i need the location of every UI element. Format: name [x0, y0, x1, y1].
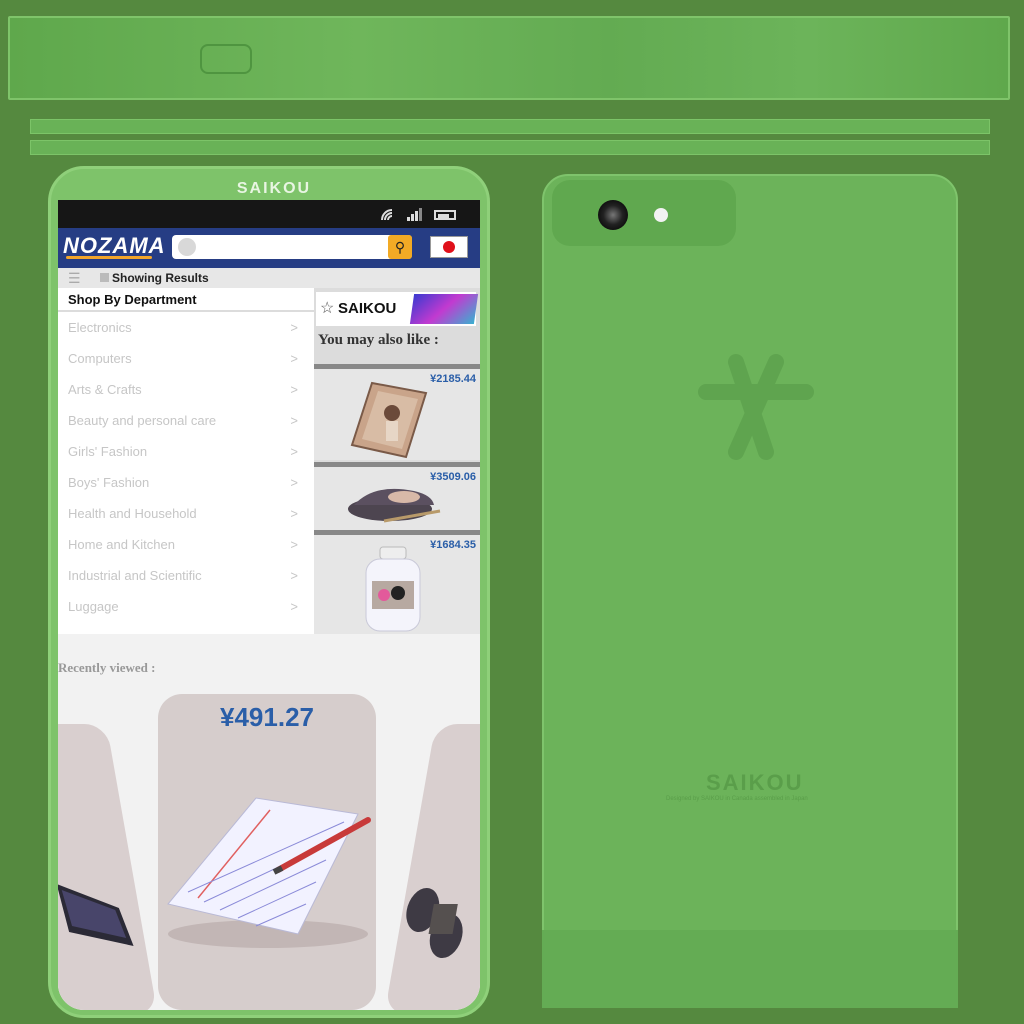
shoe-image [348, 488, 441, 523]
signal-icon [407, 208, 422, 221]
suggestions-title: You may also like : [318, 332, 439, 348]
side-rail-top [30, 119, 990, 134]
tablet-image [58, 884, 134, 946]
wifi-icon [381, 209, 393, 221]
phone-back-bottom-band [542, 930, 958, 1008]
phone-back [542, 174, 958, 1008]
product-card[interactable]: ¥1684.35 [314, 530, 480, 634]
search-button[interactable]: ⚲ [388, 235, 412, 259]
recent-item-card-main[interactable]: ¥491.27 [158, 694, 376, 1010]
department-title: Shop By Department [58, 288, 314, 312]
chevron-right-icon: > [290, 568, 298, 583]
recently-viewed-section: Recently viewed : ¥491.27 [58, 634, 480, 1010]
phone-top-edge-strip [8, 16, 1010, 100]
recent-item-card[interactable] [384, 724, 480, 1010]
department-item-industrial[interactable]: Industrial and Scientific > [68, 568, 302, 590]
bottle-image [365, 546, 421, 632]
department-item-boys-fashion[interactable]: Boys' Fashion > [68, 475, 302, 497]
department-item-luggage[interactable]: Luggage > [68, 599, 302, 621]
back-fine-print: Designed by SAIKOU in Canada assembled i… [666, 796, 808, 802]
department-item-beauty[interactable]: Beauty and personal care > [68, 413, 302, 435]
department-item-electronics[interactable]: Electronics > [68, 320, 302, 342]
battery-level [438, 214, 449, 218]
notepad-image [167, 797, 371, 948]
back-brand-label: SAIKOU [706, 770, 804, 795]
recent-item-price: ¥491.27 [220, 702, 314, 732]
ad-brand-label: SAIKOU [338, 300, 397, 317]
department-item-arts-crafts[interactable]: Arts & Crafts > [68, 382, 302, 404]
app-header: NOZAMA ⚲ [58, 228, 480, 268]
product-price: ¥1684.35 [430, 539, 476, 551]
search-input[interactable]: ⚲ [172, 235, 412, 259]
department-item-health[interactable]: Health and Household > [68, 506, 302, 528]
department-item-computers[interactable]: Computers > [68, 351, 302, 373]
department-item-home-kitchen[interactable]: Home and Kitchen > [68, 537, 302, 559]
avatar [178, 238, 196, 256]
chevron-right-icon: > [290, 444, 298, 459]
side-rail-bottom [30, 140, 990, 155]
ad-banner[interactable]: ☆ SAIKOU [316, 292, 479, 326]
results-checkbox[interactable] [100, 273, 109, 282]
brand-logo-icon [698, 354, 814, 460]
camera-lens-icon [598, 200, 628, 230]
battery-icon [434, 210, 456, 220]
book-cover-image [350, 381, 428, 459]
camera-flash-icon [654, 208, 668, 222]
suggestions-panel: ☆ SAIKOU You may also like : ¥2185.44 ¥3… [314, 288, 480, 634]
recent-item-card[interactable] [58, 724, 158, 1010]
results-bar: ☰ Showing Results [58, 268, 480, 288]
department-item-girls-fashion[interactable]: Girls' Fashion > [68, 444, 302, 466]
logo-arrow [66, 256, 152, 259]
showing-results-label: Showing Results [112, 271, 209, 285]
top-edge-slot [200, 44, 252, 74]
product-card[interactable]: ¥2185.44 [314, 364, 480, 460]
japan-flag-icon [443, 241, 455, 253]
search-icon: ⚲ [394, 239, 406, 255]
chevron-right-icon: > [290, 382, 298, 397]
chevron-right-icon: > [290, 351, 298, 366]
ad-image [409, 294, 479, 324]
camera-bump [552, 180, 736, 246]
star-logo-icon: ☆ [320, 300, 335, 317]
chevron-right-icon: > [290, 599, 298, 614]
chevron-right-icon: > [290, 475, 298, 490]
department-panel: Shop By Department Electronics > Computer… [58, 288, 314, 634]
product-card[interactable]: ¥3509.06 [314, 462, 480, 530]
menu-icon[interactable]: ☰ [68, 270, 81, 287]
phone-screen: NOZAMA ⚲ ☰ Showing Results Shop By Depar… [58, 200, 480, 1010]
product-price: ¥2185.44 [430, 373, 476, 385]
chevron-right-icon: > [290, 506, 298, 521]
country-flag-button[interactable] [430, 236, 468, 258]
chevron-right-icon: > [290, 537, 298, 552]
product-price: ¥3509.06 [430, 471, 476, 483]
front-brand-label: SAIKOU [236, 180, 312, 197]
status-bar [58, 200, 480, 228]
recently-viewed-title: Recently viewed : [58, 660, 156, 675]
chevron-right-icon: > [290, 413, 298, 428]
chevron-right-icon: > [290, 320, 298, 335]
binoculars-image [406, 888, 463, 958]
